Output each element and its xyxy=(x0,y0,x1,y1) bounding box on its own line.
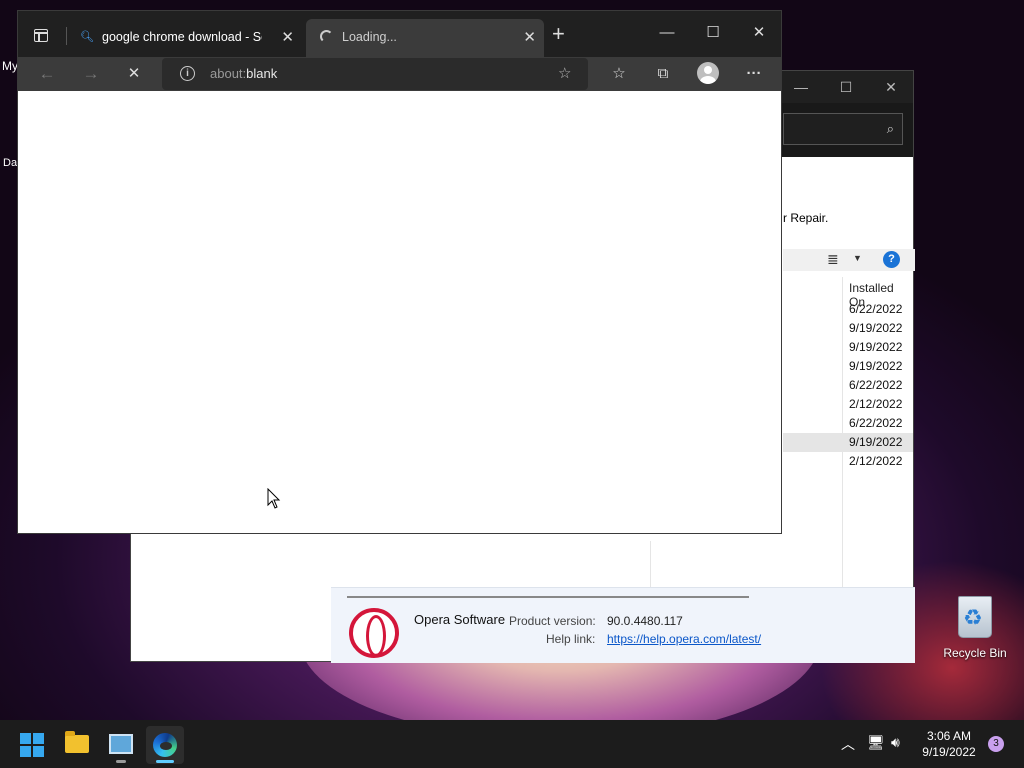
help-link[interactable]: https://help.opera.com/latest/ xyxy=(607,632,761,646)
recycle-bin-icon xyxy=(958,596,992,638)
profile-avatar-icon[interactable] xyxy=(697,62,719,84)
mouse-cursor-icon xyxy=(267,488,281,509)
programs-search-input[interactable]: ⌕ xyxy=(783,113,903,145)
tab-title: Loading... xyxy=(342,30,397,44)
tab-close-button[interactable]: ✕ xyxy=(281,28,294,46)
chevron-up-icon[interactable]: ︿ xyxy=(841,734,855,754)
tab-loading[interactable]: Loading... ✕ xyxy=(306,19,544,57)
tab-actions-icon[interactable] xyxy=(34,29,48,42)
recycle-bin-desktop-icon[interactable]: Recycle Bin xyxy=(942,596,1008,660)
chevron-down-icon[interactable]: ▼ xyxy=(853,253,862,263)
loading-spinner-icon xyxy=(320,30,333,43)
view-options-icon[interactable]: ≣ xyxy=(827,251,839,268)
browser-toolbar: ← → ✕ i about:blank ☆ ☆ ⧉ ··· xyxy=(18,57,781,91)
maximize-button[interactable]: ☐ xyxy=(698,21,728,45)
windows-logo-tile xyxy=(33,746,44,757)
program-list[interactable]: 6/22/2022 9/19/2022 9/19/2022 9/19/2022 … xyxy=(783,300,913,471)
edge-icon xyxy=(153,733,177,757)
tab-separator xyxy=(66,27,67,45)
table-row[interactable]: 9/19/2022 xyxy=(783,319,913,338)
table-row[interactable]: 9/19/2022 xyxy=(783,338,913,357)
clock-time: 3:06 AM xyxy=(926,729,972,743)
taskbar-control-panel[interactable] xyxy=(102,726,140,764)
stop-loading-button[interactable]: ✕ xyxy=(121,61,147,87)
programs-minimize-button[interactable]: — xyxy=(786,77,816,97)
network-icon[interactable]: 🖥︎ xyxy=(867,734,885,751)
minimize-button[interactable]: — xyxy=(652,21,682,45)
clock-date: 9/19/2022 xyxy=(922,745,976,759)
help-link-label: Help link: xyxy=(546,632,596,646)
system-clock[interactable]: 3:06 AM 9/19/2022 xyxy=(912,728,986,760)
desktop-icon-label-partial-2[interactable]: Da xyxy=(3,157,17,169)
taskbar: ︿ 🖥︎ 🔊︎ 3:06 AM 9/19/2022 3 xyxy=(0,720,1024,768)
active-indicator xyxy=(156,760,174,763)
programs-close-button[interactable]: ✕ xyxy=(876,77,906,97)
running-indicator xyxy=(116,760,126,763)
folder-icon xyxy=(65,731,89,753)
product-version-value: 90.0.4480.117 xyxy=(607,614,683,628)
windows-logo-tile xyxy=(33,733,44,744)
search-icon: ⌕ xyxy=(886,121,894,136)
table-row[interactable]: 6/22/2022 xyxy=(783,376,913,395)
column-divider xyxy=(650,541,651,587)
tab-search[interactable]: 🔍︎ google chrome download - Search ✕ xyxy=(72,19,302,57)
table-row[interactable]: 9/19/2022 xyxy=(783,357,913,376)
table-row[interactable]: 2/12/2022 xyxy=(783,452,913,471)
url-scheme: about: xyxy=(210,66,247,81)
favorites-icon[interactable]: ☆ xyxy=(606,62,632,86)
horizontal-scrollbar[interactable] xyxy=(347,596,749,598)
opera-logo-icon xyxy=(349,608,399,658)
program-details-pane: Opera Software Product version: 90.0.448… xyxy=(331,587,915,663)
taskbar-file-explorer[interactable] xyxy=(58,726,96,764)
table-row[interactable]: 2/12/2022 xyxy=(783,395,913,414)
address-bar[interactable]: i about:blank ☆ xyxy=(162,58,588,90)
edge-browser-window[interactable]: 🔍︎ google chrome download - Search ✕ Loa… xyxy=(17,10,782,534)
product-version-label: Product version: xyxy=(509,614,596,628)
new-tab-button[interactable]: + xyxy=(552,23,565,45)
taskbar-edge[interactable] xyxy=(146,726,184,764)
forward-button[interactable]: → xyxy=(78,61,104,87)
more-options-icon[interactable]: ··· xyxy=(741,62,767,86)
table-row[interactable]: 6/22/2022 xyxy=(783,300,913,319)
desktop-icon-label-partial[interactable]: My xyxy=(2,59,18,73)
close-button[interactable]: ✕ xyxy=(744,21,774,45)
search-icon: 🔍︎ xyxy=(80,31,94,43)
back-button[interactable]: ← xyxy=(34,61,60,87)
collections-icon[interactable]: ⧉ xyxy=(650,62,676,86)
url-path: blank xyxy=(246,66,278,81)
start-button[interactable] xyxy=(20,733,44,757)
tab-strip[interactable]: 🔍︎ google chrome download - Search ✕ Loa… xyxy=(18,11,781,57)
help-icon[interactable]: ? xyxy=(883,251,900,268)
windows-logo-tile xyxy=(20,746,31,757)
tab-close-button[interactable]: ✕ xyxy=(523,28,536,46)
web-page-content[interactable] xyxy=(18,91,781,533)
table-row-selected[interactable]: 9/19/2022 xyxy=(783,433,913,452)
control-panel-icon xyxy=(109,734,133,754)
programs-maximize-button[interactable]: ☐ xyxy=(831,77,861,97)
url-text[interactable]: about:blank xyxy=(210,66,277,81)
table-row[interactable]: 6/22/2022 xyxy=(783,414,913,433)
info-icon[interactable]: i xyxy=(180,66,195,81)
recycle-bin-label: Recycle Bin xyxy=(943,646,1007,660)
windows-logo-tile xyxy=(20,733,31,744)
tab-title: google chrome download - Search xyxy=(102,30,262,44)
publisher-name: Opera Software xyxy=(414,612,506,627)
programs-instructions-text: r Repair. xyxy=(783,211,829,225)
add-favorite-icon[interactable]: ☆ xyxy=(558,64,571,82)
notification-badge[interactable]: 3 xyxy=(988,736,1004,752)
volume-icon[interactable]: 🔊︎ xyxy=(891,734,900,751)
